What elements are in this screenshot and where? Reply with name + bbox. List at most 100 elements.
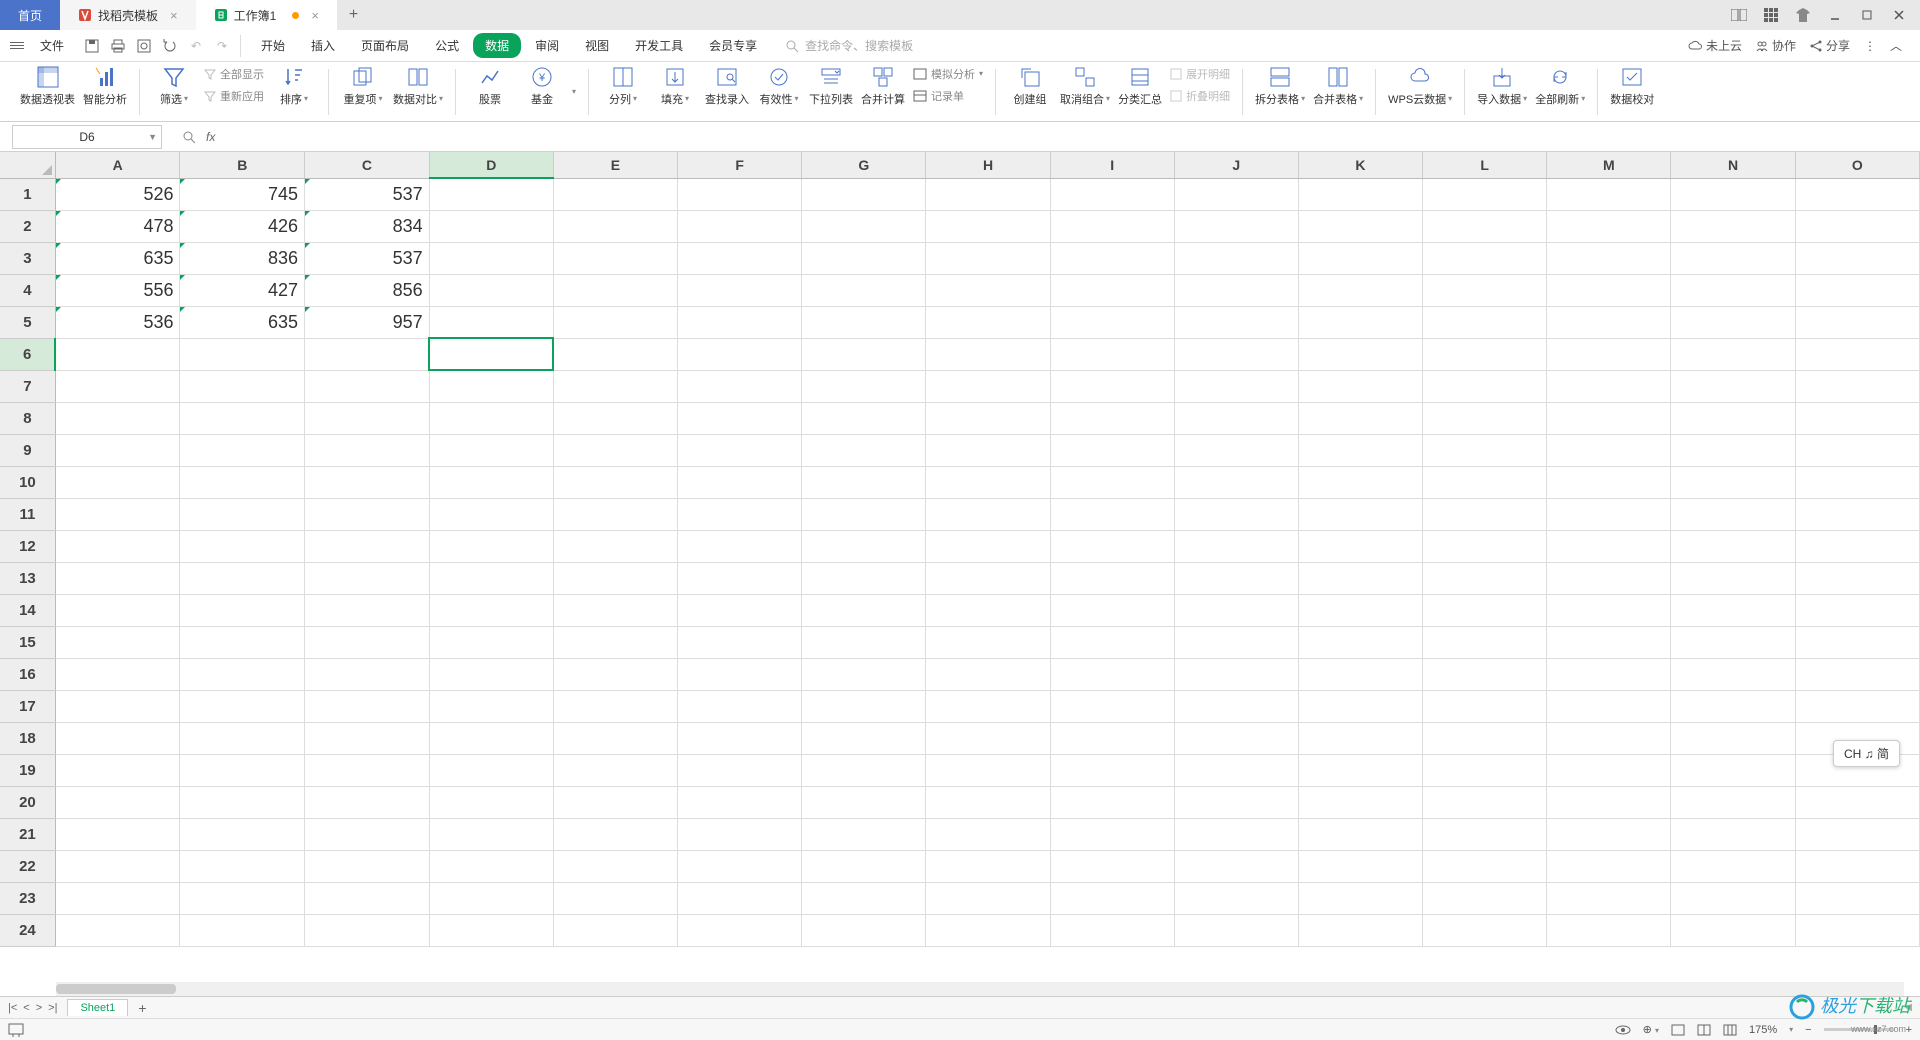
cell-H10[interactable] xyxy=(926,466,1050,498)
cell-E7[interactable] xyxy=(553,370,677,402)
row-header-20[interactable]: 20 xyxy=(0,786,55,818)
cell-K15[interactable] xyxy=(1298,626,1422,658)
cell-O7[interactable] xyxy=(1795,370,1919,402)
cell-O20[interactable] xyxy=(1795,786,1919,818)
cell-F2[interactable] xyxy=(678,210,802,242)
cell-F15[interactable] xyxy=(678,626,802,658)
cell-E2[interactable] xyxy=(553,210,677,242)
spreadsheet-grid[interactable]: ABCDEFGHIJKLMNO1526745537247842683436358… xyxy=(0,152,1920,996)
cell-K12[interactable] xyxy=(1298,530,1422,562)
cell-B20[interactable] xyxy=(180,786,305,818)
preview-icon[interactable] xyxy=(136,38,152,54)
cell-I5[interactable] xyxy=(1050,306,1174,338)
cell-C8[interactable] xyxy=(305,402,430,434)
cell-M22[interactable] xyxy=(1547,850,1671,882)
cell-C24[interactable] xyxy=(305,914,430,946)
cell-H24[interactable] xyxy=(926,914,1050,946)
cell-N14[interactable] xyxy=(1671,594,1795,626)
cell-J23[interactable] xyxy=(1174,882,1298,914)
cell-D14[interactable] xyxy=(429,594,553,626)
cell-F9[interactable] xyxy=(678,434,802,466)
cell-A3[interactable]: 635 xyxy=(55,242,180,274)
cell-G24[interactable] xyxy=(802,914,926,946)
col-header-B[interactable]: B xyxy=(180,152,305,178)
cell-L4[interactable] xyxy=(1423,274,1547,306)
cell-D12[interactable] xyxy=(429,530,553,562)
cell-H8[interactable] xyxy=(926,402,1050,434)
cell-M6[interactable] xyxy=(1547,338,1671,370)
row-header-17[interactable]: 17 xyxy=(0,690,55,722)
cell-E24[interactable] xyxy=(553,914,677,946)
cell-O23[interactable] xyxy=(1795,882,1919,914)
cell-E12[interactable] xyxy=(553,530,677,562)
menu-tab-2[interactable]: 页面布局 xyxy=(349,31,421,60)
cell-H18[interactable] xyxy=(926,722,1050,754)
cell-B4[interactable]: 427 xyxy=(180,274,305,306)
cell-H7[interactable] xyxy=(926,370,1050,402)
tab-workbook[interactable]: 工作簿1 × xyxy=(196,0,337,30)
view-normal-icon[interactable] xyxy=(1671,1024,1685,1036)
cell-D9[interactable] xyxy=(429,434,553,466)
view-page-icon[interactable] xyxy=(1697,1024,1711,1036)
cell-H12[interactable] xyxy=(926,530,1050,562)
ungroup-button[interactable]: 取消组合▾ xyxy=(1060,66,1110,107)
cell-D8[interactable] xyxy=(429,402,553,434)
row-header-7[interactable]: 7 xyxy=(0,370,55,402)
collapse-ribbon-icon[interactable]: ︿ xyxy=(1890,37,1902,54)
cell-E14[interactable] xyxy=(553,594,677,626)
cell-L13[interactable] xyxy=(1423,562,1547,594)
menu-tab-4[interactable]: 数据 xyxy=(473,33,521,58)
skin-icon[interactable] xyxy=(1792,4,1814,26)
cell-H1[interactable] xyxy=(926,178,1050,210)
cell-J2[interactable] xyxy=(1174,210,1298,242)
cell-A11[interactable] xyxy=(55,498,180,530)
cell-L11[interactable] xyxy=(1423,498,1547,530)
col-header-C[interactable]: C xyxy=(305,152,430,178)
cell-B9[interactable] xyxy=(180,434,305,466)
cell-B1[interactable]: 745 xyxy=(180,178,305,210)
cell-L19[interactable] xyxy=(1423,754,1547,786)
cell-H22[interactable] xyxy=(926,850,1050,882)
cell-E20[interactable] xyxy=(553,786,677,818)
cell-N12[interactable] xyxy=(1671,530,1795,562)
cell-B16[interactable] xyxy=(180,658,305,690)
cell-C9[interactable] xyxy=(305,434,430,466)
cell-G1[interactable] xyxy=(802,178,926,210)
cell-N7[interactable] xyxy=(1671,370,1795,402)
cell-H21[interactable] xyxy=(926,818,1050,850)
col-header-L[interactable]: L xyxy=(1423,152,1547,178)
cell-F23[interactable] xyxy=(678,882,802,914)
cell-J4[interactable] xyxy=(1174,274,1298,306)
close-icon[interactable]: × xyxy=(170,8,178,23)
cell-I1[interactable] xyxy=(1050,178,1174,210)
cell-K11[interactable] xyxy=(1298,498,1422,530)
cell-M11[interactable] xyxy=(1547,498,1671,530)
cell-D22[interactable] xyxy=(429,850,553,882)
tab-home[interactable]: 首页 xyxy=(0,0,60,30)
cell-E6[interactable] xyxy=(553,338,677,370)
cell-I9[interactable] xyxy=(1050,434,1174,466)
cell-C1[interactable]: 537 xyxy=(305,178,430,210)
cell-K9[interactable] xyxy=(1298,434,1422,466)
cell-D19[interactable] xyxy=(429,754,553,786)
cell-L3[interactable] xyxy=(1423,242,1547,274)
menu-tab-1[interactable]: 插入 xyxy=(299,31,347,60)
cell-K17[interactable] xyxy=(1298,690,1422,722)
row-header-16[interactable]: 16 xyxy=(0,658,55,690)
wps-cloud-data-button[interactable]: WPS云数据▾ xyxy=(1388,66,1452,107)
redo-button[interactable]: ↷ xyxy=(214,38,230,54)
cell-I13[interactable] xyxy=(1050,562,1174,594)
cell-I4[interactable] xyxy=(1050,274,1174,306)
cell-J11[interactable] xyxy=(1174,498,1298,530)
cell-M10[interactable] xyxy=(1547,466,1671,498)
cell-G18[interactable] xyxy=(802,722,926,754)
cell-D17[interactable] xyxy=(429,690,553,722)
cell-M17[interactable] xyxy=(1547,690,1671,722)
cell-E17[interactable] xyxy=(553,690,677,722)
row-header-5[interactable]: 5 xyxy=(0,306,55,338)
cell-L23[interactable] xyxy=(1423,882,1547,914)
cell-J20[interactable] xyxy=(1174,786,1298,818)
cell-G8[interactable] xyxy=(802,402,926,434)
cell-J22[interactable] xyxy=(1174,850,1298,882)
cell-C21[interactable] xyxy=(305,818,430,850)
